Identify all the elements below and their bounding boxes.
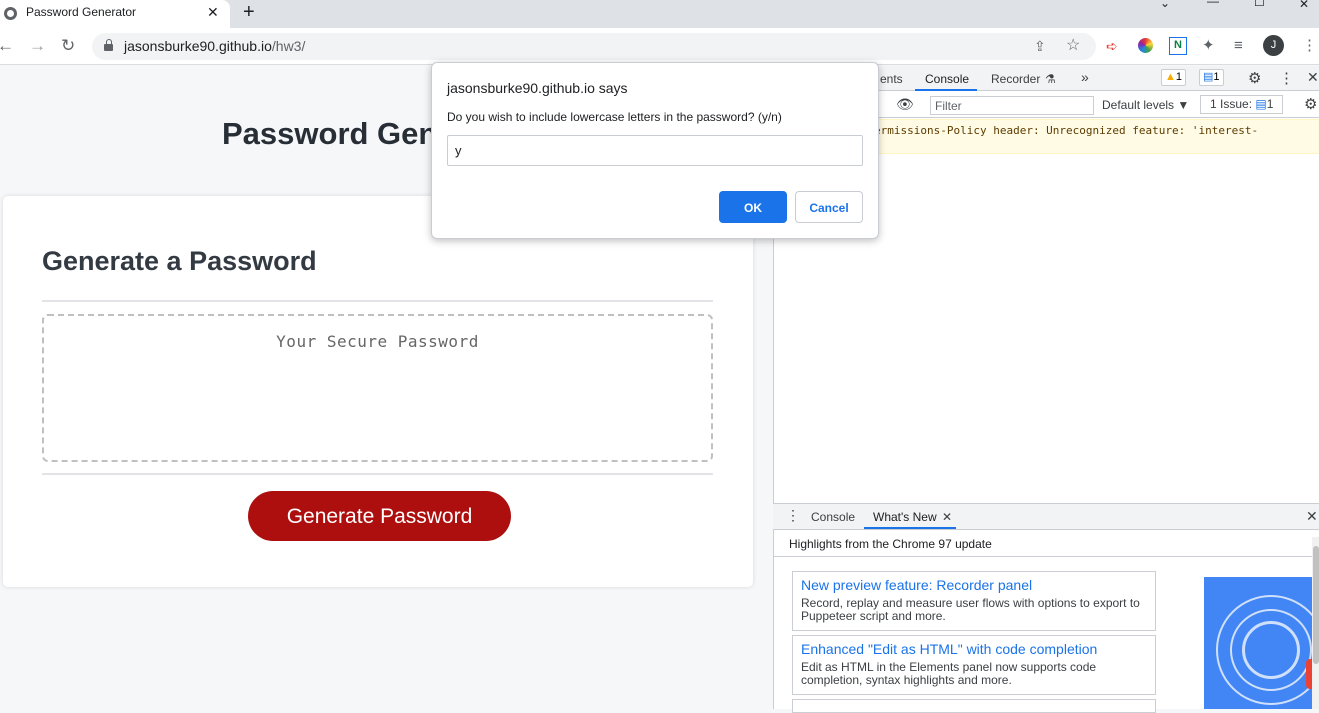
divider xyxy=(42,473,713,475)
whats-new-heading: Highlights from the Chrome 97 update xyxy=(789,537,992,551)
puzzle-extensions-icon[interactable]: ✦ xyxy=(1202,37,1215,55)
password-output[interactable] xyxy=(42,314,713,462)
lock-icon[interactable] xyxy=(104,39,113,51)
drawer-tab-whats-new[interactable]: What's New xyxy=(873,510,937,524)
settings-gear-icon[interactable]: ⚙ xyxy=(1248,69,1261,87)
more-tabs-icon[interactable]: » xyxy=(1081,69,1089,85)
console-settings-icon[interactable]: ⚙ xyxy=(1304,95,1317,113)
profile-avatar[interactable]: J xyxy=(1263,35,1284,56)
ok-button[interactable]: OK xyxy=(719,191,787,223)
eye-icon[interactable]: 👁 xyxy=(896,96,914,113)
dialog-message: Do you wish to include lowercase letters… xyxy=(447,110,782,124)
issues-button[interactable]: 1 Issue: ▤1 xyxy=(1200,95,1283,114)
feature-title-link[interactable]: New preview feature: Recorder panel xyxy=(801,577,1032,593)
reload-icon[interactable]: ↻ xyxy=(61,37,75,55)
messages-badge[interactable]: ▤1 xyxy=(1199,69,1224,86)
promo-ring xyxy=(1242,621,1300,679)
back-icon[interactable]: ← xyxy=(0,37,14,55)
flask-icon: ⚗ xyxy=(1045,72,1056,86)
color-wheel-extension-icon[interactable] xyxy=(1138,38,1153,53)
drawer-active-indicator xyxy=(864,527,956,529)
minimize-icon[interactable]: — xyxy=(1207,0,1219,7)
issue-icon: ▤ xyxy=(1255,97,1267,111)
tab-title: Password Generator xyxy=(26,5,137,19)
forward-icon[interactable]: → xyxy=(29,37,46,55)
drawer-tab-console[interactable]: Console xyxy=(811,510,855,524)
media-queue-icon[interactable]: ≡ xyxy=(1234,37,1243,55)
whats-new-close-icon[interactable]: ✕ xyxy=(942,510,952,524)
dialog-title: jasonsburke90.github.io says xyxy=(447,80,628,96)
feature-description: Record, replay and measure user flows wi… xyxy=(801,596,1140,623)
bookmark-star-icon[interactable]: ☆ xyxy=(1066,37,1080,55)
url-text[interactable]: jasonsburke90.github.io/hw3/ xyxy=(124,38,305,54)
divider xyxy=(773,556,1319,557)
chrome-97-promo-image xyxy=(1204,577,1319,709)
drawer-scrollbar-thumb[interactable] xyxy=(1313,546,1319,664)
active-tab-indicator xyxy=(915,89,977,91)
console-warning-text: ermissions-Policy header: Unrecognized f… xyxy=(874,124,1259,137)
tab-close-icon[interactable]: ✕ xyxy=(207,4,219,21)
message-icon: ▤ xyxy=(1203,71,1214,83)
tab-elements[interactable]: ents xyxy=(880,72,903,86)
card-title: Generate a Password xyxy=(42,246,317,276)
maximize-icon[interactable]: ☐ xyxy=(1254,0,1265,8)
console-filter-input[interactable] xyxy=(930,96,1094,115)
extension-n-icon[interactable]: N xyxy=(1169,37,1187,55)
dialog-input[interactable] xyxy=(447,135,863,166)
feature-title-link[interactable]: Enhanced "Edit as HTML" with code comple… xyxy=(801,641,1097,657)
divider xyxy=(42,300,713,302)
extension-arrow-icon[interactable]: ➪ xyxy=(1106,37,1118,55)
log-levels-dropdown[interactable]: Default levels ▼ xyxy=(1102,98,1189,112)
new-tab-button[interactable]: + xyxy=(243,0,255,24)
globe-icon xyxy=(4,7,17,20)
feature-description: Edit as HTML in the Elements panel now s… xyxy=(801,660,1097,687)
close-window-icon[interactable]: ✕ xyxy=(1299,0,1309,10)
generate-password-button[interactable]: Generate Password xyxy=(248,491,511,541)
browser-tab[interactable]: Password Generator ✕ xyxy=(0,0,230,28)
devtools-menu-icon[interactable]: ⋮ xyxy=(1279,69,1294,87)
warning-icon: ▲ xyxy=(1165,71,1176,83)
devtools-close-icon[interactable]: ✕ xyxy=(1307,69,1319,86)
tab-console[interactable]: Console xyxy=(925,72,969,86)
cancel-button[interactable]: Cancel xyxy=(795,191,863,223)
share-icon[interactable]: ⇪ xyxy=(1034,37,1046,55)
tab-search-icon[interactable]: ⌄ xyxy=(1160,0,1170,9)
menu-kebab-icon[interactable]: ⋮ xyxy=(1302,37,1317,55)
feature-card[interactable] xyxy=(792,699,1156,713)
drawer-menu-icon[interactable]: ⋮ xyxy=(786,507,800,524)
drawer-close-icon[interactable]: ✕ xyxy=(1306,508,1318,525)
warnings-badge[interactable]: ▲1 xyxy=(1161,69,1187,86)
tab-recorder[interactable]: Recorder xyxy=(991,72,1040,86)
